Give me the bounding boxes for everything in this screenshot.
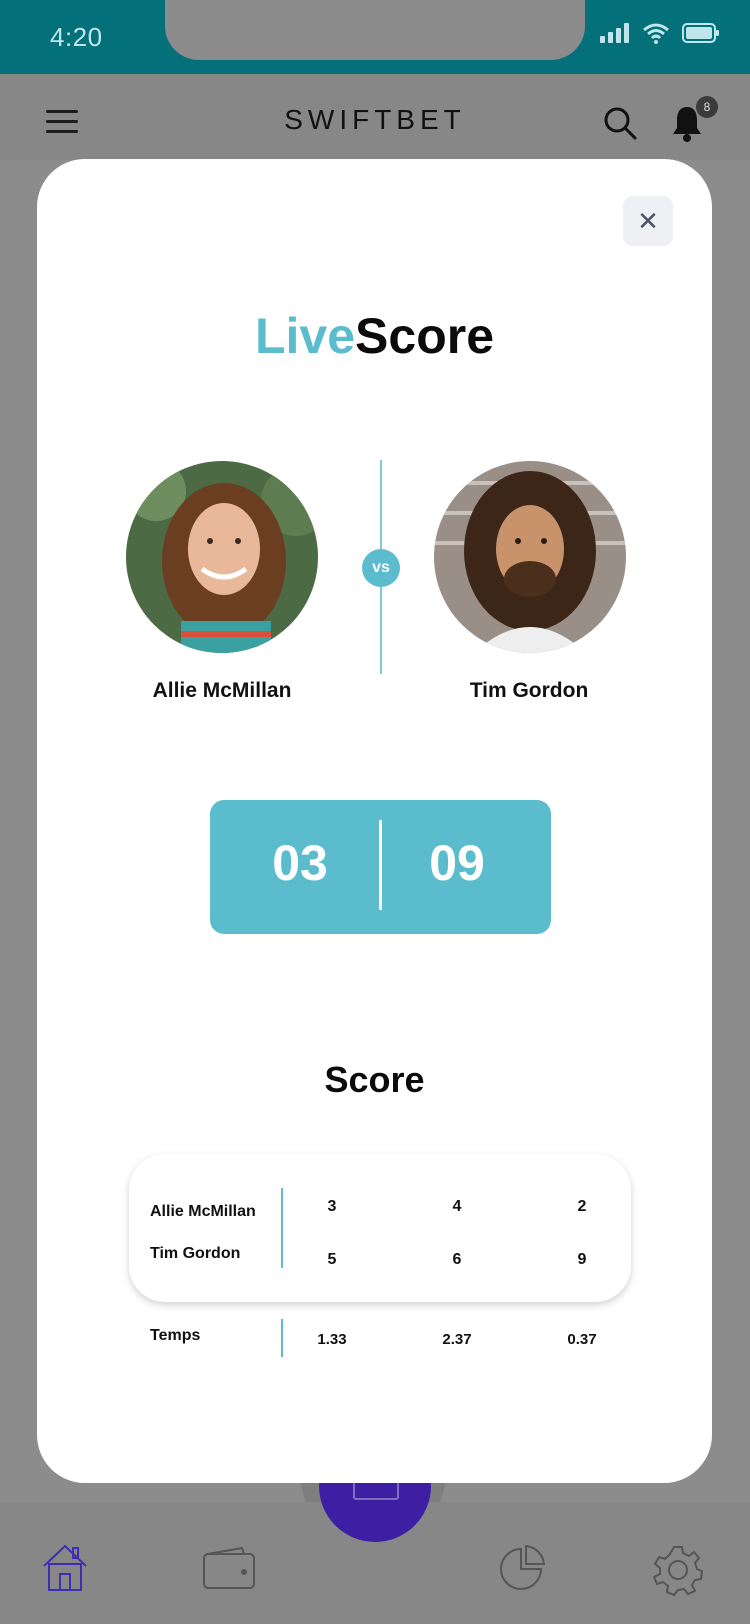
device-notch <box>165 0 585 60</box>
card-divider <box>281 1188 283 1268</box>
close-button[interactable]: ✕ <box>623 196 673 246</box>
temps-value: 2.37 <box>442 1331 472 1348</box>
temps-label: Temps <box>150 1327 201 1344</box>
round-score: 6 <box>452 1251 462 1268</box>
wifi-icon <box>643 23 669 44</box>
player-name: Tim Gordon <box>469 679 589 702</box>
live-score-modal: ✕ LiveScore vs Allie McMillan Tim Gordon… <box>37 159 712 1483</box>
section-title: Score <box>324 1059 425 1100</box>
player-avatar <box>434 461 626 653</box>
modal-title: LiveScore <box>37 307 712 365</box>
vs-badge: vs <box>362 549 400 587</box>
stats-icon[interactable] <box>496 1544 546 1594</box>
brand-logo: SWIFTBET <box>284 104 466 135</box>
scoreboard: 03 09 <box>210 800 551 934</box>
title-accent: Live <box>254 308 356 364</box>
round-score: 2 <box>577 1198 587 1215</box>
status-icons <box>600 22 720 44</box>
temps-value: 0.37 <box>567 1331 597 1348</box>
notification-badge: 8 <box>696 96 718 118</box>
round-score: 5 <box>327 1251 337 1268</box>
row-player-name: Tim Gordon <box>150 1245 241 1262</box>
player-avatar <box>126 461 318 653</box>
score-right: 09 <box>429 835 485 891</box>
temps-value: 1.33 <box>317 1331 347 1348</box>
round-score: 9 <box>577 1251 587 1268</box>
round-score: 4 <box>452 1198 462 1215</box>
signal-icon <box>600 23 629 43</box>
temps-divider <box>281 1319 283 1357</box>
wallet-icon[interactable] <box>202 1546 256 1590</box>
row-player-name: Allie McMillan <box>150 1203 256 1220</box>
status-time: 4:20 <box>50 22 103 52</box>
score-left: 03 <box>272 835 328 891</box>
settings-icon[interactable] <box>652 1544 704 1596</box>
round-scores-card: Allie McMillan Tim Gordon 3 4 2 5 6 9 <box>129 1154 631 1302</box>
app-header: SWIFTBET 8 <box>0 74 750 160</box>
battery-icon <box>682 23 719 43</box>
search-icon[interactable] <box>603 106 637 140</box>
round-score: 3 <box>327 1198 337 1215</box>
title-rest: Score <box>355 308 495 364</box>
home-icon[interactable] <box>40 1542 90 1592</box>
player-name: Allie McMillan <box>152 679 292 702</box>
status-bar: 4:20 <box>0 0 750 74</box>
